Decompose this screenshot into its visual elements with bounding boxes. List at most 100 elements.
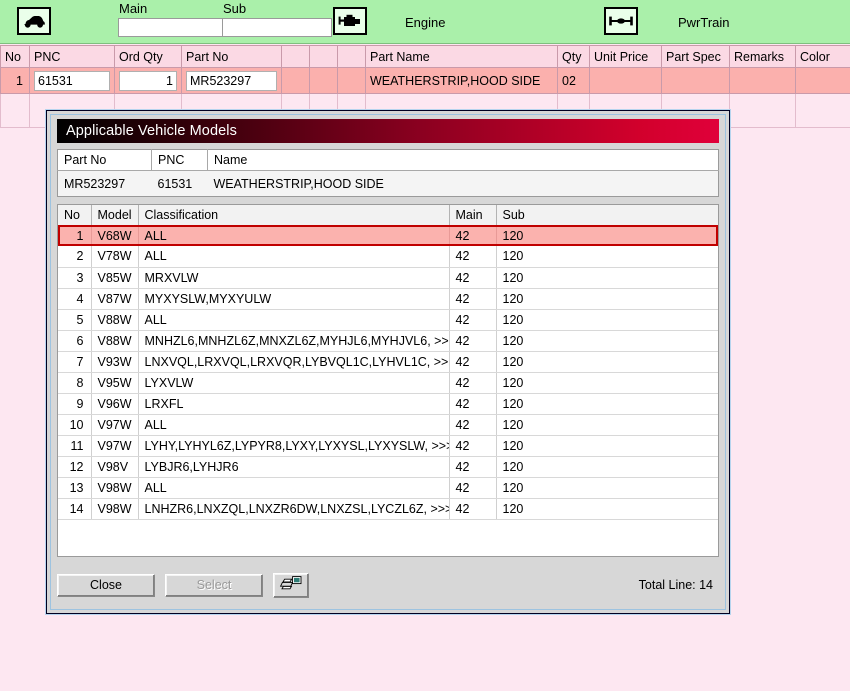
models-cell-sub: 120 — [496, 288, 718, 310]
models-cell-no: 7 — [58, 351, 92, 373]
models-cell-sub: 120 — [496, 372, 718, 394]
models-cell-classification: LRXFL — [138, 393, 450, 415]
cell-part-no — [181, 67, 282, 94]
table-row[interactable]: 4 V87W MYXYSLW,MYXYULW 42 120 — [58, 288, 718, 310]
empty-cell — [729, 93, 796, 128]
table-row[interactable]: 5 V88W ALL 42 120 — [58, 309, 718, 331]
applicable-vehicle-models-dialog: Applicable Vehicle Models Part No PNC Na… — [46, 110, 730, 614]
col-header-unit-price[interactable]: Unit Price — [589, 45, 662, 68]
car-icon — [22, 14, 46, 29]
cell-blank-2[interactable] — [309, 67, 338, 94]
table-row[interactable]: 2 V78W ALL 42 120 — [58, 246, 718, 268]
models-cell-classification: LNHZR6,LNXZQL,LNXZR6DW,LNXZSL,LYCZL6Z, >… — [138, 498, 450, 520]
models-cell-model: V95W — [91, 372, 139, 394]
models-col-model[interactable]: Model — [91, 205, 139, 226]
part-info-pnc: 61531 — [151, 170, 208, 197]
col-header-blank-1[interactable] — [281, 45, 310, 68]
table-row[interactable]: 9 V96W LRXFL 42 120 — [58, 393, 718, 415]
models-col-sub[interactable]: Sub — [496, 205, 718, 226]
models-grid-container[interactable]: No Model Classification Main Sub 1 V68W AL… — [57, 204, 719, 557]
models-cell-model: V98W — [91, 477, 139, 499]
table-row[interactable]: 6 V88W MNHZL6,MNHZL6Z,MNXZL6Z,MYHJL6,MYHJV… — [58, 330, 718, 352]
models-cell-no: 4 — [58, 288, 92, 310]
col-header-part-name[interactable]: Part Name — [365, 45, 558, 68]
col-header-blank-3[interactable] — [337, 45, 366, 68]
engine-label: Engine — [405, 15, 446, 30]
models-cell-main: 42 — [449, 414, 497, 436]
models-cell-main: 42 — [449, 351, 497, 373]
col-header-blank-2[interactable] — [309, 45, 338, 68]
col-header-ord-qty[interactable]: Ord Qty — [114, 45, 182, 68]
models-cell-model: V96W — [91, 393, 139, 415]
close-button[interactable]: Close — [57, 573, 155, 597]
ord-qty-input[interactable] — [119, 70, 177, 91]
col-header-color[interactable]: Color — [795, 45, 850, 68]
table-row[interactable]: 1 WEATHERSTRIP,HOOD SIDE 02 — [0, 67, 850, 94]
main-input[interactable] — [118, 18, 228, 37]
models-cell-model: V68W — [91, 225, 139, 246]
table-row[interactable]: 7 V93W LNXVQL,LRXVQL,LRXVQR,LYBVQL1C,LYHVL… — [58, 351, 718, 373]
models-cell-classification: MYXYSLW,MYXYULW — [138, 288, 450, 310]
models-cell-no: 1 — [58, 225, 92, 246]
models-cell-classification: LYBJR6,LYHJR6 — [138, 456, 450, 478]
part-info-col-name: Name — [207, 149, 719, 171]
models-cell-main: 42 — [449, 456, 497, 478]
models-cell-sub: 120 — [496, 309, 718, 331]
cell-no: 1 — [0, 67, 30, 94]
cell-blank-3[interactable] — [337, 67, 366, 94]
printer-icon — [279, 575, 303, 595]
sub-input[interactable] — [222, 18, 332, 37]
table-row[interactable]: 13 V98W ALL 42 120 — [58, 477, 718, 499]
engine-icon — [338, 13, 362, 29]
table-row[interactable]: 1 V68W ALL 42 120 — [58, 225, 718, 246]
table-row[interactable]: 3 V85W MRXVLW 42 120 — [58, 267, 718, 289]
col-header-pnc[interactable]: PNC — [29, 45, 115, 68]
table-row[interactable]: 14 V98W LNHZR6,LNXZQL,LNXZR6DW,LNXZSL,LYCZ… — [58, 498, 718, 520]
cell-color — [795, 67, 850, 94]
engine-icon-button[interactable] — [333, 7, 367, 35]
pnc-input[interactable] — [34, 70, 110, 91]
col-header-part-no[interactable]: Part No — [181, 45, 282, 68]
powertrain-icon-button[interactable] — [604, 7, 638, 35]
table-row[interactable]: 10 V97W ALL 42 120 — [58, 414, 718, 436]
table-row[interactable]: 8 V95W LYXVLW 42 120 — [58, 372, 718, 394]
table-row[interactable]: 12 V98V LYBJR6,LYHJR6 42 120 — [58, 456, 718, 478]
models-cell-sub: 120 — [496, 435, 718, 457]
part-no-input[interactable] — [186, 70, 277, 91]
models-col-main[interactable]: Main — [449, 205, 497, 226]
part-info-header-row: Part No PNC Name — [57, 149, 719, 171]
part-info-table: Part No PNC Name MR523297 61531 WEATHERS… — [57, 149, 719, 197]
models-cell-main: 42 — [449, 267, 497, 289]
models-cell-model: V87W — [91, 288, 139, 310]
print-button[interactable] — [273, 572, 309, 598]
select-button[interactable]: Select — [165, 573, 263, 597]
models-cell-main: 42 — [449, 246, 497, 268]
models-cell-model: V78W — [91, 246, 139, 268]
models-cell-classification: LNXVQL,LRXVQL,LRXVQR,LYBVQL1C,LYHVL1C, >… — [138, 351, 450, 373]
models-cell-sub: 120 — [496, 225, 718, 246]
models-cell-no: 6 — [58, 330, 92, 352]
col-header-remarks[interactable]: Remarks — [729, 45, 796, 68]
models-cell-no: 11 — [58, 435, 92, 457]
models-cell-sub: 120 — [496, 351, 718, 373]
table-row[interactable]: 11 V97W LYHY,LYHYL6Z,LYPYR8,LYXY,LYXYSL,LY… — [58, 435, 718, 457]
models-cell-no: 13 — [58, 477, 92, 499]
sub-label: Sub — [223, 1, 247, 16]
col-header-part-spec[interactable]: Part Spec — [661, 45, 730, 68]
cell-blank-1[interactable] — [281, 67, 310, 94]
models-cell-sub: 120 — [496, 246, 718, 268]
models-cell-model: V88W — [91, 309, 139, 331]
application-window: Main Sub Engine PwrTrain No PNC Ord Qty … — [0, 0, 850, 691]
models-cell-sub: 120 — [496, 477, 718, 499]
cell-pnc — [29, 67, 115, 94]
models-col-no[interactable]: No — [58, 205, 92, 226]
cell-unit-price — [589, 67, 662, 94]
models-col-classification[interactable]: Classification — [138, 205, 450, 226]
col-header-no[interactable]: No — [0, 45, 30, 68]
order-grid-header-row: No PNC Ord Qty Part No Part Name Qty Uni… — [0, 45, 850, 68]
models-cell-model: V88W — [91, 330, 139, 352]
models-cell-model: V97W — [91, 435, 139, 457]
models-cell-no: 8 — [58, 372, 92, 394]
car-icon-button[interactable] — [17, 7, 51, 35]
col-header-qty[interactable]: Qty — [557, 45, 590, 68]
